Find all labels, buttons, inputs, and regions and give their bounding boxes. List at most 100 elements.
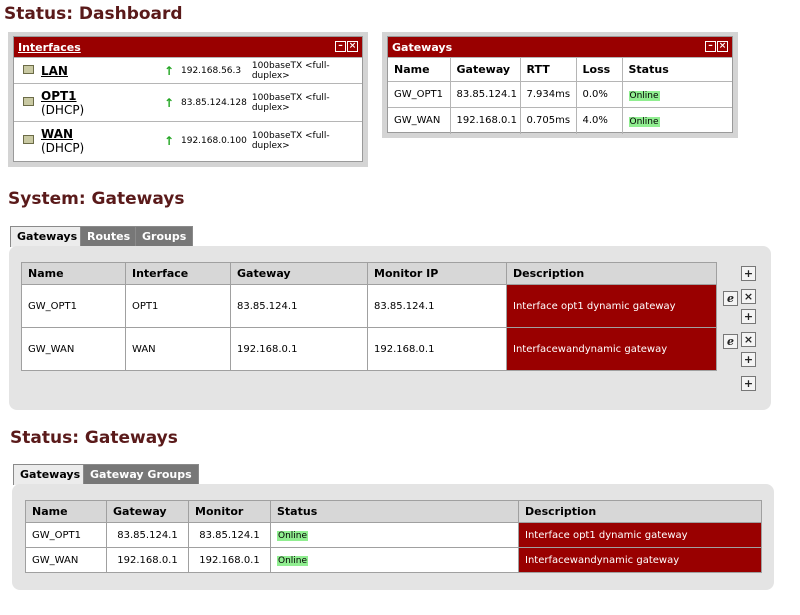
interface-media: 100baseTX <full-duplex> xyxy=(247,121,362,160)
delete-gateway-icon[interactable]: × xyxy=(741,289,756,304)
column-header: Gateway xyxy=(449,57,520,82)
page-title-status-gateways: Status: Gateways xyxy=(10,428,178,448)
column-header: Monitor IP xyxy=(367,262,507,285)
page-title-dashboard: Status: Dashboard xyxy=(4,4,183,24)
gateway-description: Interface opt1 dynamic gateway xyxy=(506,284,717,328)
gateway-rtt: 0.705ms xyxy=(519,107,576,134)
status-badge: Online xyxy=(628,117,660,128)
gateway-name: GW_OPT1 xyxy=(21,284,126,328)
column-header: Name xyxy=(21,262,126,285)
column-header: Gateway xyxy=(230,262,368,285)
table-row[interactable]: GW_WAN WAN 192.168.0.1 192.168.0.1 Inter… xyxy=(21,327,717,371)
interfaces-widget-title[interactable]: Interfaces xyxy=(18,41,81,54)
interfaces-widget-header: Interfaces – × xyxy=(14,37,362,57)
tab-gateway-groups[interactable]: Gateway Groups xyxy=(83,464,199,484)
gateway-monitor: 83.85.124.1 xyxy=(188,522,271,548)
column-header: Status xyxy=(621,57,732,82)
interface-type: (DHCP) xyxy=(41,102,85,117)
gateway-address: 192.168.0.1 xyxy=(449,107,520,134)
interface-name-link[interactable]: OPT1 xyxy=(41,89,77,103)
network-port-icon xyxy=(23,135,34,145)
status-up-arrow-icon: ↑ xyxy=(163,63,175,78)
table-header-row: Name Interface Gateway Monitor IP Descri… xyxy=(21,262,717,285)
status-badge: Online xyxy=(277,555,309,566)
gateway-name: GW_OPT1 xyxy=(25,522,107,548)
column-header: Name xyxy=(388,57,450,82)
gateway-address: 192.168.0.1 xyxy=(230,327,368,371)
gateways-widget-title: Gateways xyxy=(392,40,453,54)
column-header: Name xyxy=(25,500,107,523)
gateway-interface: OPT1 xyxy=(125,284,231,328)
page-title-system-gateways: System: Gateways xyxy=(8,189,185,209)
column-header: Loss xyxy=(575,57,622,82)
interface-type: (DHCP) xyxy=(41,140,85,155)
gateway-address: 83.85.124.1 xyxy=(106,522,189,548)
gateway-description: Interfacewandynamic gateway xyxy=(506,327,717,371)
status-up-arrow-icon: ↑ xyxy=(163,133,175,148)
gateway-monitor-ip: 192.168.0.1 xyxy=(367,327,507,371)
interfaces-widget: Interfaces – × LAN ↑ 192.168.56.3 100bas… xyxy=(8,32,368,167)
column-header: Description xyxy=(506,262,717,285)
column-header: Description xyxy=(518,500,762,523)
column-header: Interface xyxy=(125,262,231,285)
gateways-widget: Gateways – × Name Gateway RTT Loss Statu… xyxy=(382,32,738,138)
interface-row: LAN ↑ 192.168.56.3 100baseTX <full-duple… xyxy=(14,57,362,84)
gateway-name: GW_OPT1 xyxy=(388,81,450,108)
table-row[interactable]: GW_OPT1 OPT1 83.85.124.1 83.85.124.1 Int… xyxy=(21,284,717,328)
interface-ip: 192.168.56.3 xyxy=(180,57,248,84)
network-port-icon xyxy=(23,65,34,74)
delete-gateway-icon[interactable]: × xyxy=(741,332,756,347)
status-up-arrow-icon: ↑ xyxy=(163,95,175,110)
table-row: GW_WAN 192.168.0.1 0.705ms 4.0% Online xyxy=(388,107,732,134)
interface-row: OPT1 (DHCP) ↑ 83.85.124.128 100baseTX <fu… xyxy=(14,83,362,122)
table-row: GW_OPT1 83.85.124.1 83.85.124.1 Online I… xyxy=(25,522,762,548)
gateway-loss: 4.0% xyxy=(575,107,622,134)
close-icon[interactable]: × xyxy=(717,41,728,52)
add-gateway-icon[interactable]: + xyxy=(741,309,756,324)
gateway-interface: WAN xyxy=(125,327,231,371)
status-badge: Online xyxy=(628,91,660,101)
interfaces-table: LAN ↑ 192.168.56.3 100baseTX <full-duple… xyxy=(14,57,362,160)
column-header: Status xyxy=(270,500,519,523)
minimize-icon[interactable]: – xyxy=(705,41,716,52)
close-icon[interactable]: × xyxy=(347,41,358,52)
interface-name-link[interactable]: LAN xyxy=(41,64,68,78)
network-port-icon xyxy=(23,97,34,106)
gateway-description: Interfacewandynamic gateway xyxy=(518,547,762,573)
gateway-address: 83.85.124.1 xyxy=(449,81,520,108)
gateway-monitor-ip: 83.85.124.1 xyxy=(367,284,507,328)
gateways-widget-table: Name Gateway RTT Loss Status GW_OPT1 83.… xyxy=(388,57,732,134)
system-gateways-table: Name Interface Gateway Monitor IP Descri… xyxy=(21,262,717,371)
add-gateway-icon[interactable]: + xyxy=(741,352,756,367)
edit-gateway-icon[interactable]: e xyxy=(723,334,738,349)
add-gateway-icon[interactable]: + xyxy=(741,376,756,391)
gateway-name: GW_WAN xyxy=(25,547,107,573)
gateway-address: 83.85.124.1 xyxy=(230,284,368,328)
table-header-row: Name Gateway Monitor Status Description xyxy=(25,500,762,523)
status-badge: Online xyxy=(277,530,309,541)
table-row: GW_OPT1 83.85.124.1 7.934ms 0.0% Online xyxy=(388,81,732,108)
tab-routes[interactable]: Routes xyxy=(80,226,138,246)
gateway-description: Interface opt1 dynamic gateway xyxy=(518,522,762,548)
interface-media: 100baseTX <full-duplex> xyxy=(247,83,362,122)
status-gateways-table: Name Gateway Monitor Status Description … xyxy=(25,500,762,573)
gateways-widget-header: Gateways – × xyxy=(388,37,732,57)
tab-groups[interactable]: Groups xyxy=(135,226,194,246)
tab-gateways[interactable]: Gateways xyxy=(10,226,85,247)
table-row: GW_WAN 192.168.0.1 192.168.0.1 Online In… xyxy=(25,547,762,573)
minimize-icon[interactable]: – xyxy=(335,41,346,52)
column-header: Gateway xyxy=(106,500,189,523)
column-header: Monitor xyxy=(188,500,271,523)
interface-row: WAN (DHCP) ↑ 192.168.0.100 100baseTX <ful… xyxy=(14,121,362,160)
gateway-monitor: 192.168.0.1 xyxy=(188,547,271,573)
table-header-row: Name Gateway RTT Loss Status xyxy=(388,57,732,82)
add-gateway-icon[interactable]: + xyxy=(741,266,756,281)
interface-ip: 83.85.124.128 xyxy=(180,83,248,122)
gateway-name: GW_WAN xyxy=(388,107,450,134)
column-header: RTT xyxy=(519,57,576,82)
tab-gateways[interactable]: Gateways xyxy=(13,464,88,485)
edit-gateway-icon[interactable]: e xyxy=(723,291,738,306)
gateway-name: GW_WAN xyxy=(21,327,126,371)
gateway-address: 192.168.0.1 xyxy=(106,547,189,573)
interface-name-link[interactable]: WAN xyxy=(41,127,73,141)
